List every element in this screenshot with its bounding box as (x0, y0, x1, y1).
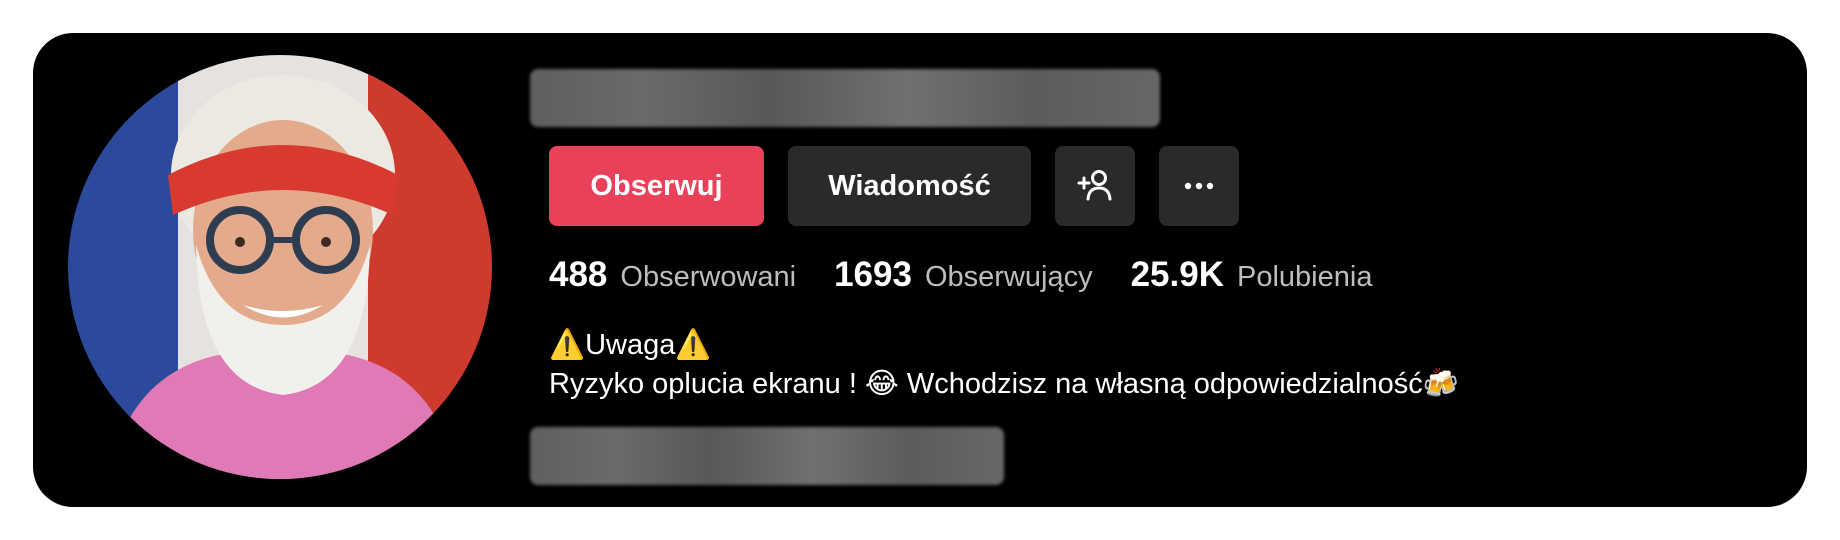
profile-header-card: Obserwuj Wiadomość 488 Obserwowani 1693 (33, 33, 1807, 507)
bio-line-1: ⚠️Uwaga⚠️ (549, 329, 712, 361)
stat-likes: 25.9K Polubienia (1131, 255, 1373, 295)
profile-actions: Obserwuj Wiadomość (549, 146, 1239, 226)
bio-link-redacted (530, 427, 1004, 485)
stat-followers[interactable]: 1693 Obserwujący (834, 255, 1093, 295)
followers-label: Obserwujący (924, 261, 1093, 293)
profile-bio: ⚠️Uwaga⚠️ Ryzyko oplucia ekranu ! 😂 Wcho… (549, 326, 1459, 404)
likes-count: 25.9K (1130, 255, 1224, 294)
more-options-button[interactable] (1159, 146, 1239, 226)
likes-label: Polubienia (1237, 261, 1373, 293)
profile-stats: 488 Obserwowani 1693 Obserwujący 25.9K P… (549, 255, 1410, 295)
more-horizontal-icon (1184, 182, 1214, 190)
avatar[interactable] (68, 55, 492, 479)
followers-count: 1693 (834, 255, 912, 294)
bio-line-2: Ryzyko oplucia ekranu ! 😂 Wchodzisz na w… (549, 368, 1459, 400)
username-redacted (530, 69, 1160, 127)
avatar-image (68, 55, 492, 479)
suggest-accounts-button[interactable] (1055, 146, 1135, 226)
stat-following[interactable]: 488 Obserwowani (549, 255, 796, 295)
add-person-icon (1077, 170, 1112, 201)
message-button[interactable]: Wiadomość (788, 146, 1031, 226)
following-count: 488 (549, 255, 608, 294)
following-label: Obserwowani (620, 261, 797, 293)
follow-button[interactable]: Obserwuj (549, 146, 764, 226)
